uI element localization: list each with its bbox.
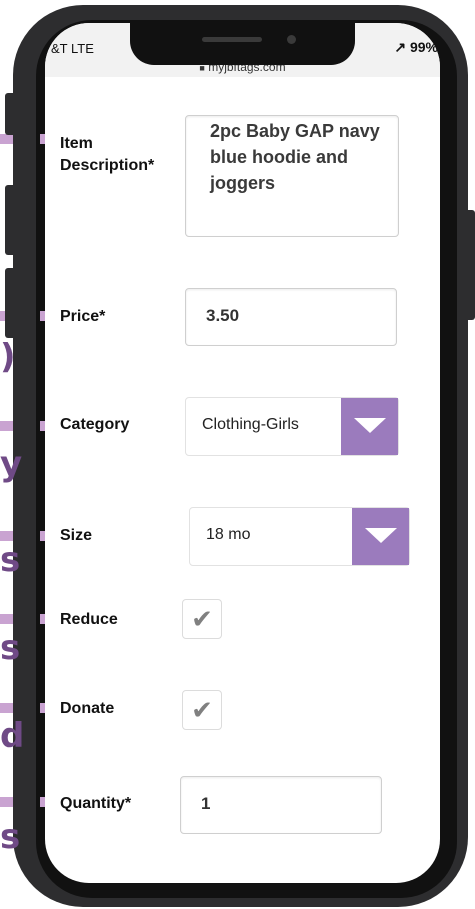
input-value: 3.50 xyxy=(206,306,240,325)
speaker-grille xyxy=(202,37,262,42)
quantity-label: Quantity* xyxy=(60,795,132,812)
label-line: Item xyxy=(60,135,93,152)
input-value: 1 xyxy=(201,794,211,813)
checkmark-icon: ✔ xyxy=(191,605,213,635)
chevron-down-icon[interactable] xyxy=(352,508,409,565)
annotation-text-fragment: y xyxy=(0,444,23,484)
phone-notch xyxy=(130,23,355,65)
category-select[interactable]: Clothing-Girls xyxy=(185,397,399,456)
annotation-text-fragment: s xyxy=(0,540,21,580)
annotation-text-fragment: ) xyxy=(0,337,16,377)
annotation-text-fragment: s xyxy=(0,628,21,668)
chevron-down-icon[interactable] xyxy=(341,398,398,455)
price-label: Price* xyxy=(60,308,106,325)
carrier-label: &T LTE xyxy=(51,41,94,56)
size-select[interactable]: 18 mo xyxy=(189,507,410,566)
textarea-value: 2pc Baby GAP navy blue hoodie and jogger… xyxy=(210,121,380,193)
item-description-label: Item Description* xyxy=(60,133,154,177)
quantity-input[interactable]: 1 xyxy=(180,776,382,834)
size-selected-value: 18 mo xyxy=(206,526,251,543)
price-input[interactable]: 3.50 xyxy=(185,288,397,346)
category-selected-value: Clothing-Girls xyxy=(202,416,299,433)
phone-screen: &T LTE ↗ 99% ■ myjbftags.com Item Descri… xyxy=(45,23,440,883)
annotation-text-fragment: d xyxy=(0,716,25,756)
front-camera xyxy=(287,35,296,44)
label-line: Description* xyxy=(60,157,155,174)
item-description-textarea[interactable]: 2pc Baby GAP navy blue hoodie and jogger… xyxy=(185,115,399,237)
reduce-checkbox[interactable]: ✔ xyxy=(182,599,222,639)
category-label: Category xyxy=(60,416,130,433)
donate-label: Donate xyxy=(60,700,115,717)
checkmark-icon: ✔ xyxy=(191,696,213,726)
size-label: Size xyxy=(60,527,93,544)
battery-indicator: ↗ 99% xyxy=(394,39,438,55)
annotation-text-fragment: s xyxy=(0,817,21,857)
reduce-label: Reduce xyxy=(60,611,118,628)
donate-checkbox[interactable]: ✔ xyxy=(182,690,222,730)
